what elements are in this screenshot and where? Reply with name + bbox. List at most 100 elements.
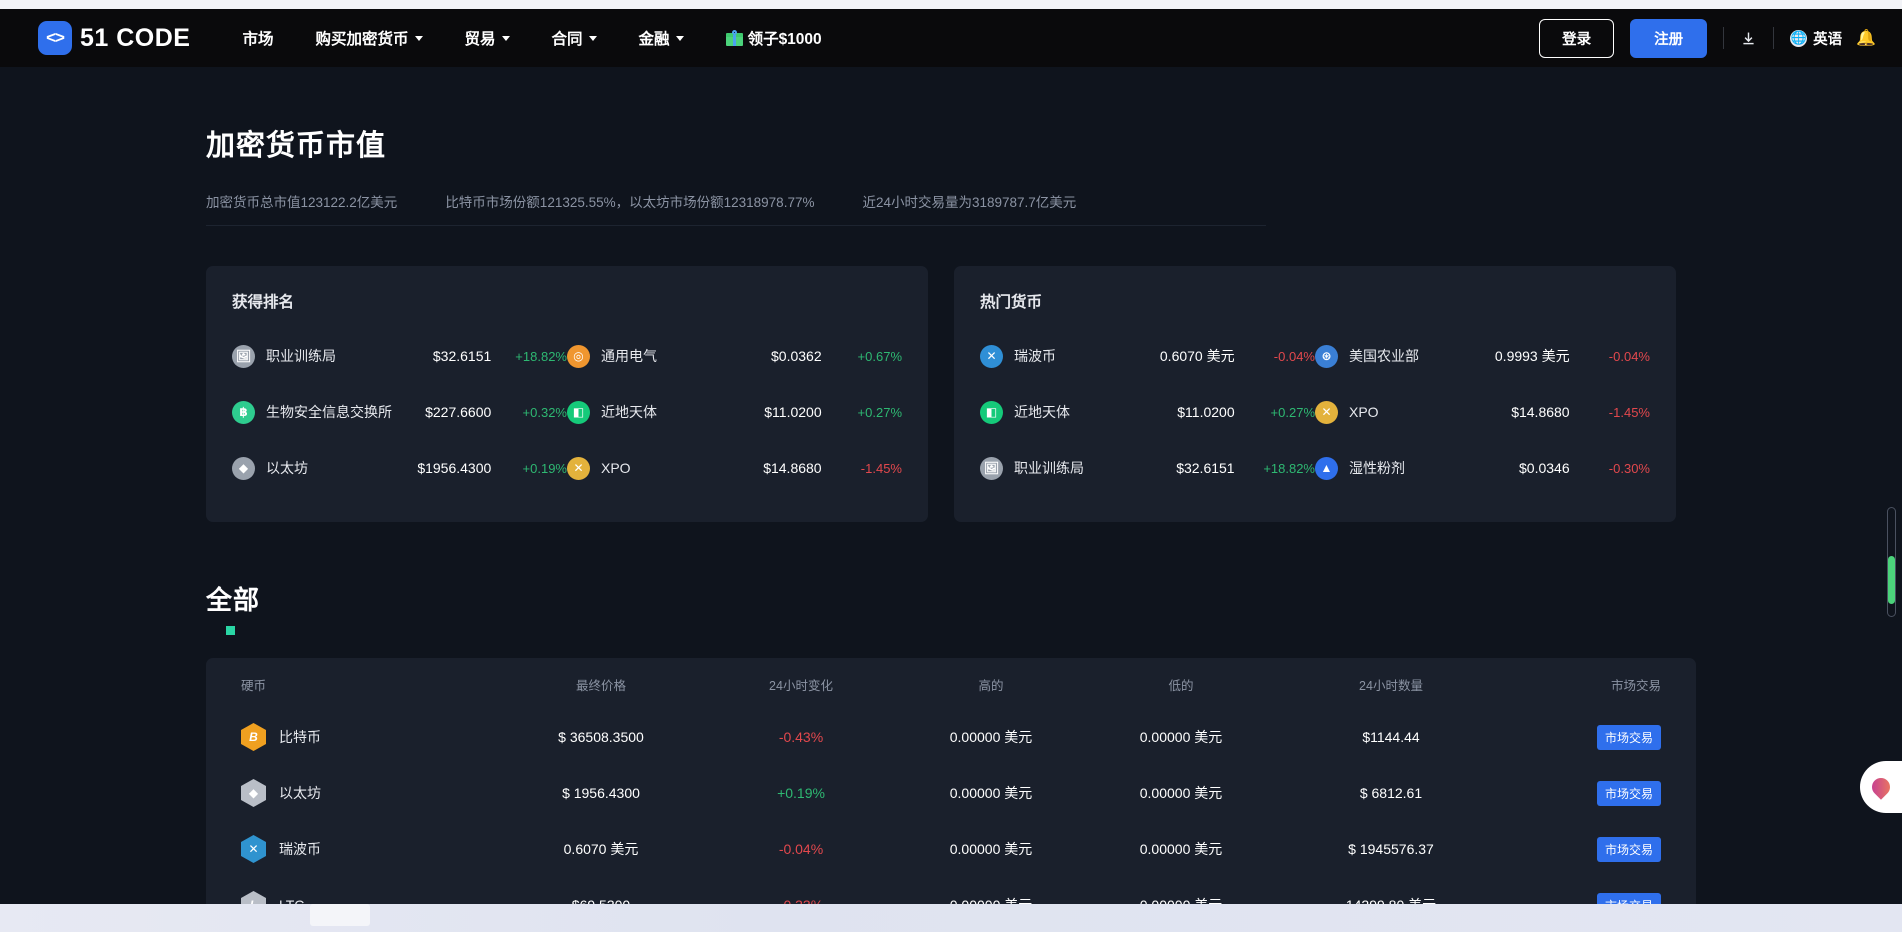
arrow-up-circle-icon: ▲ <box>1315 456 1338 480</box>
col-market-trade[interactable]: 市场交易 <box>1506 658 1696 709</box>
language-selector[interactable]: 🌐 英语 <box>1790 28 1842 49</box>
coin-change: -1.45% <box>1608 404 1650 420</box>
eth-icon: ◆ <box>241 779 266 807</box>
market-trade-button[interactable]: 市场交易 <box>1596 836 1661 862</box>
stat-dominance: 比特币市场份额121325.55%，以太坊市场份额12318978.77% <box>445 195 815 210</box>
coin-last-price: $ 36508.3500 <box>558 729 644 745</box>
coin-change: -0.30% <box>1608 460 1650 476</box>
xpo-icon: ✕ <box>1315 400 1338 424</box>
coin-change: -1.45% <box>860 460 902 476</box>
col-high[interactable]: 高的 <box>896 658 1086 709</box>
hot-right-column: ⊛ 美国农业部 0.9993 美元 -0.04% ✕ XPO $14.8680 … <box>1315 328 1650 496</box>
coin-price: 0.9993 美元 <box>1494 348 1570 364</box>
logo-text: 51 CODE <box>80 23 191 52</box>
taskbar-strip <box>0 904 1902 932</box>
list-item[interactable]: ✕ XPO $14.8680 -1.45% <box>567 440 902 496</box>
download-icon[interactable] <box>1740 30 1757 47</box>
table-row[interactable]: ◆ 以太坊 $ 1956.4300 +0.19% 0.00000 美元 0.00… <box>206 765 1696 821</box>
globe-icon: 🌐 <box>1790 29 1808 47</box>
chevron-down-icon <box>675 35 684 41</box>
list-item[interactable]: ฿ 生物安全信息交换所 $227.6600 +0.32% <box>232 384 567 440</box>
nav-item-buy-crypto[interactable]: 购买加密货币 <box>316 27 423 49</box>
coins-table-card: 硬币 最终价格 24小时变化 高的 低的 24小时数量 市场交易 B 比特币 $… <box>206 658 1696 932</box>
gainers-right-column: ◎ 通用电气 $0.0362 +0.67% ◧ 近地天体 $11.0200 +0… <box>567 328 902 496</box>
stat-24h-volume: 近24小时交易量为3189787.7亿美元 <box>862 195 1077 210</box>
floating-support-widget[interactable] <box>1860 761 1902 813</box>
coin-change: +0.27% <box>1270 404 1315 420</box>
coin-name: 以太坊 <box>266 460 308 476</box>
nav-item-contract-label: 合同 <box>551 31 583 48</box>
hot-left-column: ✕ 瑞波币 0.6070 美元 -0.04% ◧ 近地天体 $11.0200 +… <box>980 328 1315 496</box>
code-brackets-icon: <> <box>38 21 72 55</box>
scrollbar-thumb[interactable] <box>1888 556 1895 604</box>
nav-item-trade[interactable]: 贸易 <box>465 27 510 49</box>
gainers-left-column: 🖼 职业训练局 $32.6151 +18.82% ฿ 生物安全信息交换所 $22… <box>232 328 567 496</box>
bell-icon[interactable]: 🔔 <box>1856 28 1876 48</box>
nav-item-market[interactable]: 市场 <box>242 27 273 49</box>
col-last-price[interactable]: 最终价格 <box>496 658 706 709</box>
coin-change: -0.04% <box>1273 348 1315 364</box>
coin-name: 湿性粉剂 <box>1349 460 1405 476</box>
nav-item-promo[interactable]: 领子$1000 <box>725 27 822 49</box>
nav-links: 市场 购买加密货币 贸易 合同 金融 领子$1000 <box>242 27 863 49</box>
xrp-icon: ✕ <box>980 344 1003 368</box>
coin-price: $32.6151 <box>432 348 492 364</box>
col-coin[interactable]: 硬币 <box>206 658 496 709</box>
coin-name: XPO <box>601 460 631 476</box>
coin-24h-change: +0.19% <box>777 785 825 801</box>
gainers-card: 获得排名 🖼 职业训练局 $32.6151 +18.82% ฿ 生物安全信息交换… <box>206 266 928 522</box>
list-item[interactable]: ✕ 瑞波币 0.6070 美元 -0.04% <box>980 328 1315 384</box>
col-24h-volume[interactable]: 24小时数量 <box>1276 658 1506 709</box>
nav-item-finance[interactable]: 金融 <box>639 27 684 49</box>
coin-name: 生物安全信息交换所 <box>266 404 392 420</box>
xrp-icon: ✕ <box>241 835 266 863</box>
list-item[interactable]: ⊛ 美国农业部 0.9993 美元 -0.04% <box>1315 328 1650 384</box>
image-placeholder-icon: 🖼 <box>232 344 255 368</box>
site-logo[interactable]: <> 51 CODE <box>38 21 190 55</box>
coin-name: 职业训练局 <box>1014 460 1084 476</box>
market-trade-button[interactable]: 市场交易 <box>1596 724 1661 750</box>
scrollbar[interactable] <box>1887 507 1896 617</box>
table-header-row: 硬币 最终价格 24小时变化 高的 低的 24小时数量 市场交易 <box>206 658 1696 709</box>
coin-low: 0.00000 美元 <box>1139 785 1223 801</box>
usdc-icon: ⊛ <box>1315 344 1338 368</box>
list-item[interactable]: 🖼 职业训练局 $32.6151 +18.82% <box>232 328 567 384</box>
list-item[interactable]: 🖼 职业训练局 $32.6151 +18.82% <box>980 440 1315 496</box>
list-item[interactable]: ◎ 通用电气 $0.0362 +0.67% <box>567 328 902 384</box>
col-low[interactable]: 低的 <box>1086 658 1276 709</box>
coin-high: 0.00000 美元 <box>949 841 1033 857</box>
coin-low: 0.00000 美元 <box>1139 729 1223 745</box>
coin-name: 近地天体 <box>1014 404 1070 420</box>
stat-total-market-cap: 加密货币总市值123122.2亿美元 <box>206 195 398 210</box>
coin-change: +0.19% <box>522 460 567 476</box>
coin-24h-volume: $1144.44 <box>1362 729 1420 745</box>
login-button[interactable]: 登录 <box>1539 18 1615 58</box>
market-trade-button[interactable]: 市场交易 <box>1596 780 1661 806</box>
btc-icon: B <box>241 723 266 751</box>
list-item[interactable]: ◆ 以太坊 $1956.4300 +0.19% <box>232 440 567 496</box>
coin-price: 0.6070 美元 <box>1159 348 1235 364</box>
coin-price: $11.0200 <box>764 404 822 420</box>
list-item[interactable]: ◧ 近地天体 $11.0200 +0.27% <box>980 384 1315 440</box>
table-row[interactable]: B 比特币 $ 36508.3500 -0.43% 0.00000 美元 0.0… <box>206 709 1696 765</box>
coin-change: +0.67% <box>857 348 902 364</box>
nav-divider <box>1723 27 1725 49</box>
chevron-down-icon <box>414 35 423 41</box>
list-item[interactable]: ▲ 湿性粉剂 $0.0346 -0.30% <box>1315 440 1650 496</box>
all-section-header: 全部 <box>206 580 1696 635</box>
taskbar-item[interactable] <box>310 904 370 926</box>
coin-name: 通用电气 <box>601 348 657 364</box>
page-title: 加密货币市值 <box>206 130 387 162</box>
coin-name: 以太坊 <box>279 785 321 801</box>
list-item[interactable]: ◧ 近地天体 $11.0200 +0.27% <box>567 384 902 440</box>
image-placeholder-icon: 🖼 <box>980 456 1003 480</box>
coin-price: $1956.4300 <box>417 460 492 476</box>
nav-item-contract[interactable]: 合同 <box>552 27 597 49</box>
register-button[interactable]: 注册 <box>1630 18 1708 58</box>
table-row[interactable]: ✕ 瑞波币 0.6070 美元 -0.04% 0.00000 美元 0.0000… <box>206 821 1696 877</box>
coin-name: 比特币 <box>279 729 321 745</box>
list-item[interactable]: ✕ XPO $14.8680 -1.45% <box>1315 384 1650 440</box>
col-24h-change[interactable]: 24小时变化 <box>706 658 896 709</box>
xpo-icon: ✕ <box>567 456 590 480</box>
coin-24h-change: -0.04% <box>778 841 824 857</box>
